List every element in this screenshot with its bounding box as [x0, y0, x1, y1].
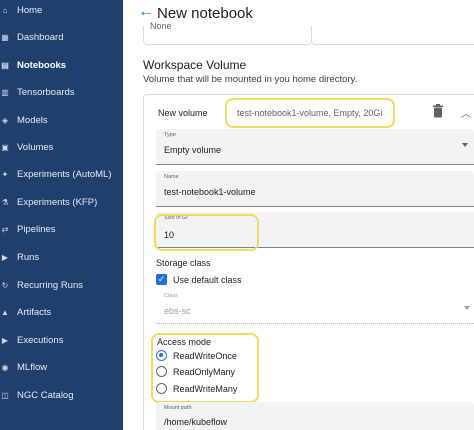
type-label: Type — [164, 132, 176, 138]
dashboard-icon: ▦ — [1, 32, 9, 42]
sidebar-item-label: Home — [17, 4, 43, 16]
radio-label-read-write-many: ReadWriteMany — [173, 384, 238, 394]
sidebar-item-pipelines[interactable]: ⇄ Pipelines — [0, 217, 123, 241]
dropdown-arrow-icon — [464, 306, 470, 310]
executions-icon: ▶ — [1, 335, 9, 345]
sidebar-item-executions[interactable]: ▶ Executions — [0, 328, 123, 352]
new-volume-label: New volume — [158, 108, 208, 118]
sidebar-item-tensorboards[interactable]: ▥ Tensorboards — [0, 80, 123, 104]
ngc-catalog-icon: ◫ — [1, 390, 9, 400]
sidebar-item-runs[interactable]: ▶ Runs — [0, 245, 123, 269]
section-subtitle: Volume that will be mounted in you home … — [143, 74, 358, 85]
radio-label-read-only-many: ReadOnlyMany — [173, 367, 236, 377]
mount-path-field[interactable]: Mount path /home/kubeflow — [156, 402, 474, 430]
mount-path-label: Mount path — [164, 405, 192, 411]
storage-class-label: Storage class — [156, 258, 211, 268]
name-label: Name — [164, 174, 179, 180]
previous-field-value: None — [150, 21, 172, 31]
sidebar-item-experiments-kfp[interactable]: ⚗ Experiments (KFP) — [0, 190, 123, 214]
mlflow-icon: ◉ — [1, 362, 9, 372]
sidebar-item-label: Models — [17, 114, 48, 126]
previous-field[interactable]: None — [143, 21, 312, 45]
class-select: Class ebs-sc — [156, 290, 474, 324]
sidebar-item-notebooks[interactable]: ▤ Notebooks — [0, 53, 123, 77]
type-value: Empty volume — [164, 145, 222, 155]
size-field-tail — [256, 212, 474, 248]
class-label: Class — [164, 293, 178, 299]
radio-read-write-once[interactable] — [156, 350, 167, 361]
previous-field-right — [311, 26, 474, 45]
models-icon: ◈ — [1, 115, 9, 125]
sidebar-item-label: Pipelines — [17, 223, 56, 235]
sidebar-item-artifacts[interactable]: ▲ Artifacts — [0, 300, 123, 324]
radio-read-write-many[interactable] — [156, 383, 167, 394]
recurring-runs-icon: ↻ — [1, 280, 9, 290]
sidebar-item-home[interactable]: ⌂ Home — [0, 0, 123, 22]
mount-path-value: /home/kubeflow — [164, 417, 228, 427]
sidebar-item-models[interactable]: ◈ Models — [0, 108, 123, 132]
sidebar-item-label: Artifacts — [17, 306, 52, 318]
name-field[interactable]: Name test-notebook1-volume — [156, 171, 474, 207]
radio-label-read-write-once: ReadWriteOnce — [173, 351, 237, 361]
radio-read-only-many[interactable] — [156, 366, 167, 377]
use-default-class-checkbox[interactable]: ✓ — [156, 274, 167, 285]
sidebar-item-label: Tensorboards — [17, 86, 75, 98]
volume-summary: test-notebook1-volume, Empty, 20Gi — [225, 98, 395, 128]
sidebar-item-experiments-automl[interactable]: ✦ Experiments (AutoML) — [0, 162, 123, 186]
name-value: test-notebook1-volume — [164, 187, 256, 197]
sidebar-item-label: Executions — [17, 334, 64, 346]
arrow-back-icon[interactable]: ← — [138, 3, 154, 21]
sidebar-item-label: Experiments (AutoML) — [17, 168, 112, 180]
volumes-icon: ▣ — [1, 142, 9, 152]
sidebar-item-label: MLflow — [17, 361, 48, 373]
use-default-class-label: Use default class — [173, 275, 242, 285]
sidebar-item-volumes[interactable]: ▣ Volumes — [0, 135, 123, 159]
home-icon: ⌂ — [2, 5, 8, 15]
sidebar-item-label: NGC Catalog — [17, 389, 74, 401]
sidebar-item-label: Runs — [17, 251, 40, 263]
sidebar-item-ngc-catalog[interactable]: ◫ NGC Catalog — [0, 383, 123, 407]
highlight-size — [154, 214, 259, 251]
sidebar: ⌂ Home ▦ Dashboard ▤ Notebooks ▥ Tensorb… — [0, 0, 123, 430]
main-content: ← New notebook None Workspace Volume Vol… — [123, 0, 474, 430]
sidebar-item-label: Recurring Runs — [17, 279, 83, 291]
tensorboard-icon: ▥ — [1, 87, 9, 97]
notebook-icon: ▤ — [1, 60, 9, 70]
kfp-icon: ⚗ — [1, 197, 9, 207]
sidebar-item-label: Volumes — [17, 141, 54, 153]
automl-icon: ✦ — [1, 169, 9, 179]
sidebar-item-label: Notebooks — [17, 59, 67, 71]
section-title: Workspace Volume — [143, 58, 247, 72]
access-mode-label: Access mode — [157, 337, 212, 347]
sidebar-item-mlflow[interactable]: ◉ MLflow — [0, 355, 123, 379]
runs-icon: ▶ — [1, 252, 9, 262]
sidebar-item-label: Experiments (KFP) — [17, 196, 98, 208]
sidebar-item-dashboard[interactable]: ▦ Dashboard — [0, 25, 123, 49]
page-title: New notebook — [157, 5, 253, 22]
artifacts-icon: ▲ — [1, 307, 9, 317]
type-select[interactable]: Type Empty volume — [156, 129, 474, 165]
class-value: ebs-sc — [164, 306, 191, 316]
pipelines-icon: ⇄ — [1, 224, 9, 234]
chevron-up-icon[interactable]: ︿ — [461, 105, 471, 120]
delete-icon[interactable] — [432, 104, 444, 118]
sidebar-item-recurring-runs[interactable]: ↻ Recurring Runs — [0, 273, 123, 297]
sidebar-item-label: Dashboard — [17, 31, 64, 43]
dropdown-arrow-icon — [462, 143, 468, 147]
